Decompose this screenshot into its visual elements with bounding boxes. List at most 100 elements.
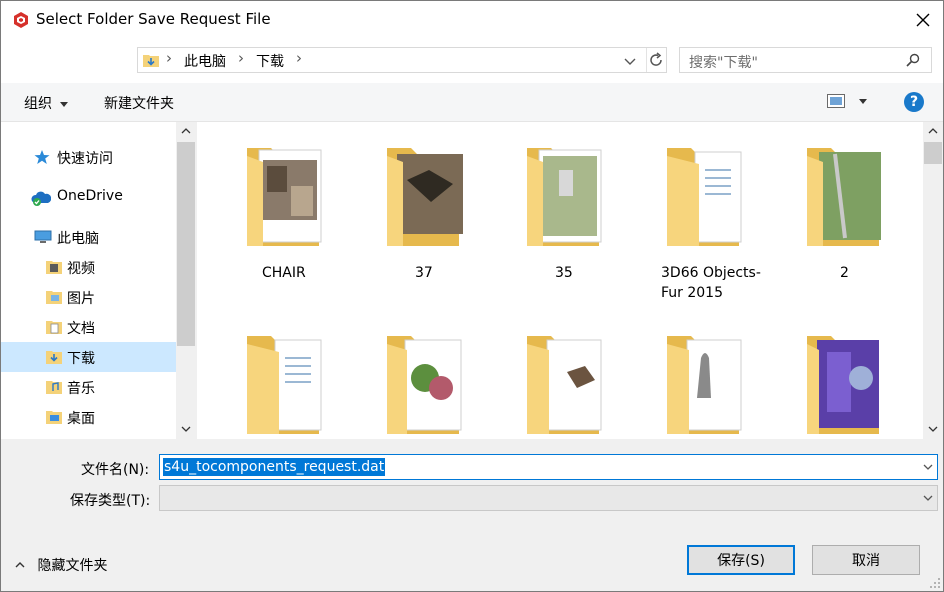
- cloud-icon: [31, 191, 51, 206]
- scroll-up-icon[interactable]: [928, 128, 938, 134]
- nav-label: 图片: [67, 291, 95, 307]
- folder-name: 35: [555, 265, 573, 281]
- nav-item-quick-access[interactable]: 快速访问: [1, 142, 176, 172]
- chevron-down-icon: [624, 58, 636, 65]
- refresh-button[interactable]: [648, 52, 664, 72]
- command-toolbar: 组织 新建文件夹 ?: [1, 83, 943, 122]
- chevron-down-icon[interactable]: [923, 464, 933, 470]
- nav-item-this-pc[interactable]: 此电脑: [1, 222, 176, 252]
- sketchup-app-icon: [14, 12, 28, 28]
- folder-icon: [527, 336, 602, 434]
- folder-icon: [387, 148, 463, 246]
- breadcrumb-separator: ›: [296, 49, 302, 67]
- nav-item-music[interactable]: 音乐: [1, 372, 176, 402]
- folder-icon: [807, 148, 881, 246]
- documents-folder-icon: [46, 321, 62, 334]
- nav-item-videos[interactable]: 视频: [1, 252, 176, 282]
- breadcrumb-this-pc[interactable]: 此电脑: [184, 51, 226, 71]
- folder-icon: [247, 148, 322, 246]
- scrollbar-thumb[interactable]: [924, 142, 942, 164]
- close-button[interactable]: [909, 7, 937, 33]
- help-button[interactable]: ?: [904, 92, 924, 112]
- folder-item[interactable]: [805, 318, 915, 439]
- search-icon: [906, 53, 920, 67]
- folder-icon: [807, 336, 879, 434]
- filename-field[interactable]: s4u_tocomponents_request.dat: [159, 454, 938, 480]
- nav-label: 下载: [67, 351, 95, 367]
- organize-menu[interactable]: 组织: [24, 93, 69, 113]
- nav-item-documents[interactable]: 文档: [1, 312, 176, 342]
- view-options-button[interactable]: [827, 94, 868, 112]
- nav-item-pictures[interactable]: 图片: [1, 282, 176, 312]
- hide-folders-toggle[interactable]: 隐藏文件夹: [15, 555, 107, 575]
- filetype-select[interactable]: [159, 485, 938, 511]
- dropdown-arrow-icon: [60, 101, 69, 107]
- breadcrumb-downloads[interactable]: 下载: [256, 51, 284, 71]
- nav-label: 音乐: [67, 381, 95, 397]
- address-dropdown-button[interactable]: [624, 54, 636, 70]
- star-icon: [34, 150, 50, 164]
- desktop-folder-icon: [46, 411, 62, 424]
- chevron-up-icon: [15, 562, 25, 568]
- nav-item-onedrive[interactable]: OneDrive: [1, 182, 176, 212]
- folder-icon: [667, 148, 742, 246]
- navigation-pane: 快速访问 OneDrive 此电脑 视频 图片 文档 下载 音乐 桌面: [1, 122, 176, 439]
- folder-item[interactable]: 3D66 Objects-Fur 2015: [661, 130, 775, 301]
- save-dialog: Select Folder Save Request File › 此电脑 › …: [0, 0, 944, 592]
- address-bar[interactable]: › 此电脑 › 下载 ›: [137, 47, 667, 73]
- folder-item[interactable]: [245, 318, 355, 439]
- breadcrumb-separator: ›: [238, 49, 244, 67]
- folder-item[interactable]: 35: [525, 130, 635, 281]
- search-input[interactable]: 搜索"下载": [689, 52, 758, 72]
- resize-grip-icon[interactable]: [929, 577, 941, 589]
- filename-input[interactable]: s4u_tocomponents_request.dat: [163, 458, 386, 476]
- scrollbar-thumb[interactable]: [177, 142, 195, 346]
- nav-item-downloads[interactable]: 下载: [1, 342, 176, 372]
- folder-name: 37: [415, 265, 433, 281]
- window-title: Select Folder Save Request File: [36, 10, 271, 28]
- folder-item[interactable]: [525, 318, 635, 439]
- title-bar: Select Folder Save Request File: [1, 1, 943, 39]
- music-folder-icon: [46, 381, 62, 394]
- folder-icon: [247, 336, 322, 434]
- file-list-view: CHAIR 37 35 3D66 Objects-Fur 2015 2: [197, 122, 923, 439]
- hide-folders-label: 隐藏文件夹: [37, 558, 108, 574]
- video-folder-icon: [46, 261, 62, 274]
- divider: [646, 48, 647, 72]
- filename-label: 文件名(N):: [81, 462, 150, 478]
- folder-item[interactable]: [385, 318, 495, 439]
- cancel-button[interactable]: 取消: [812, 545, 920, 575]
- organize-label: 组织: [24, 96, 52, 112]
- folder-icon: [387, 336, 462, 434]
- view-icon: [827, 94, 845, 108]
- folder-name: 3D66 Objects-Fur 2015: [661, 265, 761, 301]
- computer-icon: [34, 230, 52, 243]
- folder-item[interactable]: CHAIR: [245, 130, 355, 281]
- new-folder-button[interactable]: 新建文件夹: [104, 93, 174, 113]
- folder-item[interactable]: [665, 318, 775, 439]
- navigation-pane-scrollbar[interactable]: [176, 122, 196, 439]
- breadcrumb-separator: ›: [166, 49, 172, 67]
- search-box[interactable]: 搜索"下载": [679, 47, 932, 73]
- save-button[interactable]: 保存(S): [687, 545, 795, 575]
- scroll-up-icon[interactable]: [181, 128, 191, 134]
- nav-item-desktop[interactable]: 桌面: [1, 402, 176, 432]
- nav-label: OneDrive: [57, 188, 123, 204]
- refresh-icon: [650, 52, 662, 66]
- downloads-folder-icon: [143, 55, 159, 67]
- scroll-down-icon[interactable]: [181, 426, 191, 432]
- downloads-folder-icon: [46, 351, 62, 364]
- scroll-down-icon[interactable]: [928, 426, 938, 432]
- file-list-scrollbar[interactable]: [923, 122, 943, 439]
- close-icon: [916, 13, 930, 27]
- nav-label: 视频: [67, 261, 95, 277]
- chevron-down-icon: [923, 495, 933, 501]
- folder-name: CHAIR: [262, 265, 306, 281]
- chevron-down-icon: [859, 99, 868, 104]
- folder-item[interactable]: 37: [385, 130, 495, 281]
- folder-item[interactable]: 2: [805, 130, 915, 281]
- nav-label: 桌面: [67, 411, 95, 427]
- nav-label: 此电脑: [57, 231, 99, 247]
- pictures-folder-icon: [46, 291, 62, 304]
- filetype-label: 保存类型(T):: [70, 493, 151, 509]
